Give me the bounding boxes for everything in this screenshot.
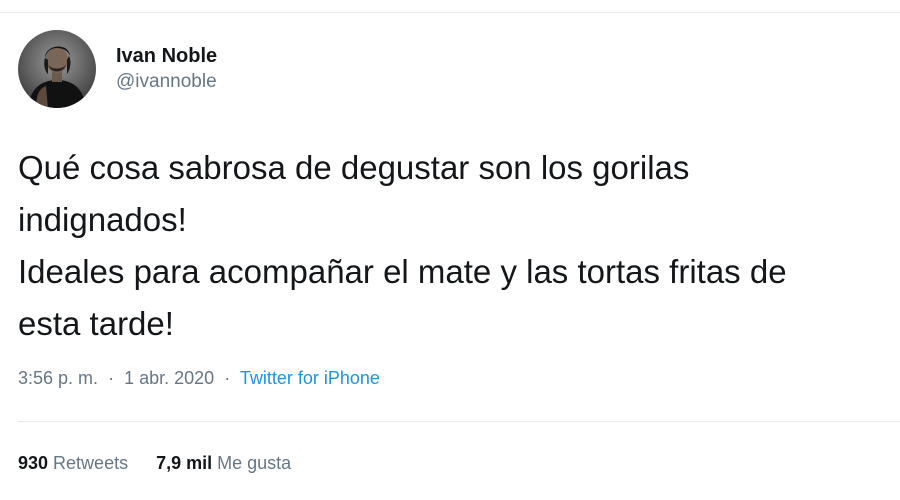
likes-count: 7,9 mil	[156, 453, 213, 473]
retweets-stat[interactable]: 930 Retweets	[18, 453, 128, 474]
tweet-stats: 930 Retweets 7,9 mil Me gusta	[18, 453, 319, 474]
tweet-text-line: Ideales para acompañar el mate y las tor…	[18, 253, 787, 290]
tweet-text-line: esta tarde!	[18, 305, 174, 342]
tweet-author: Ivan Noble @ivannoble	[18, 30, 217, 108]
tweet-text-line: indignados!	[18, 201, 187, 238]
retweets-count: 930	[18, 453, 49, 473]
tweet-text: Qué cosa sabrosa de degustar son los gor…	[18, 142, 898, 350]
profile-photo-icon	[18, 30, 96, 108]
tweet-text-line: Qué cosa sabrosa de degustar son los gor…	[18, 149, 690, 186]
stats-divider	[18, 421, 900, 422]
author-display-name[interactable]: Ivan Noble	[116, 43, 217, 69]
tweet-time[interactable]: 3:56 p. m.	[18, 368, 98, 388]
likes-stat[interactable]: 7,9 mil Me gusta	[156, 453, 291, 474]
author-avatar[interactable]	[18, 30, 96, 108]
tweet-date[interactable]: 1 abr. 2020	[124, 368, 214, 388]
likes-label: Me gusta	[217, 453, 292, 473]
author-handle[interactable]: @ivannoble	[116, 69, 217, 95]
top-divider	[0, 12, 900, 13]
tweet-metadata: 3:56 p. m. · 1 abr. 2020 · Twitter for i…	[18, 368, 380, 389]
meta-separator: ·	[103, 368, 120, 388]
tweet-source-link[interactable]: Twitter for iPhone	[240, 368, 380, 388]
meta-separator: ·	[219, 368, 236, 388]
retweets-label: Retweets	[53, 453, 129, 473]
